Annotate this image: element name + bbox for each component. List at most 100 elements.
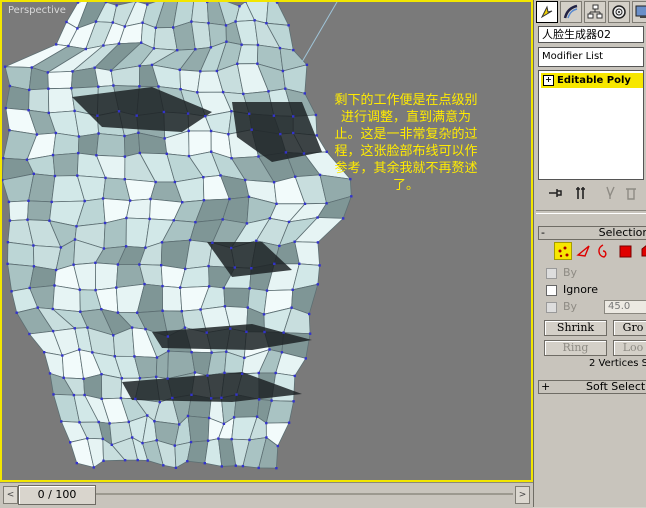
mesh-vertex (342, 217, 344, 219)
ignore-backfacing-label: Ignore (563, 283, 598, 296)
ignore-backfacing-checkbox[interactable] (546, 285, 557, 296)
polygon-icon[interactable] (616, 242, 634, 260)
time-prev-button[interactable]: < (3, 486, 18, 504)
ignore-backfacing-option[interactable]: Ignore (546, 283, 598, 297)
rollout-expand-sign: + (541, 381, 549, 393)
ring-button[interactable]: Ring (544, 340, 607, 356)
by-vertex-checkbox[interactable] (546, 268, 557, 279)
border-icon[interactable] (594, 242, 612, 260)
mesh-vertex (203, 199, 205, 201)
shrink-button[interactable]: Shrink (544, 320, 607, 336)
modify-tab[interactable] (560, 1, 582, 23)
mesh-vertex (60, 246, 62, 248)
mesh-face (9, 201, 29, 221)
selection-rollout-header[interactable]: - Selection (538, 226, 646, 240)
mesh-vertex (248, 196, 250, 198)
mesh-vertex (10, 290, 12, 292)
mesh-vertex (277, 445, 279, 447)
mesh-vertex (104, 222, 106, 224)
mesh-vertex (26, 219, 28, 221)
guide-line (302, 2, 337, 62)
vertex-level-button[interactable] (554, 242, 572, 260)
mesh-vertex (156, 356, 158, 358)
mesh-vertex (27, 200, 29, 202)
mesh-vertex (97, 86, 99, 88)
mesh-face (95, 263, 118, 290)
mesh-face (266, 2, 288, 25)
mesh-vertex (190, 20, 192, 22)
mesh-vertex (102, 197, 104, 199)
mesh-vertex (112, 84, 114, 86)
mesh-vertex (124, 25, 126, 27)
mesh-vertex (77, 2, 79, 4)
mesh-vertex (144, 247, 146, 249)
mesh-vertex (101, 398, 103, 400)
soft-selection-rollout-header[interactable]: + Soft Selection (538, 380, 646, 394)
time-slider[interactable]: < 0 / 100 > (0, 482, 533, 508)
mesh-vertex (139, 65, 141, 67)
mesh-vertex (202, 176, 204, 178)
mesh-vertex (52, 308, 54, 310)
stack-expand-toggle[interactable]: + (543, 75, 554, 86)
motion-tab[interactable] (608, 1, 630, 23)
mesh-vertex (155, 27, 157, 29)
viewport-label[interactable]: Perspective (8, 5, 66, 16)
rollout-collapse-sign: - (541, 227, 549, 239)
vertex-icon (555, 243, 573, 261)
mesh-vertex (123, 135, 125, 137)
mesh-vertex (206, 331, 208, 333)
mesh-vertex (28, 89, 30, 91)
pin-stack-icon[interactable] (546, 184, 564, 202)
mesh-face (48, 88, 74, 113)
display-tab[interactable] (632, 1, 646, 23)
mesh-vertex (159, 401, 161, 403)
mesh-vertex (167, 350, 169, 352)
remove-modifier-icon[interactable] (622, 184, 640, 202)
rollout-title: Soft Selection (559, 381, 646, 393)
show-end-result-icon[interactable] (572, 184, 590, 202)
mesh-vertex (317, 283, 319, 285)
mesh-vertex (258, 398, 260, 400)
mesh-vertex (187, 415, 189, 417)
element-icon[interactable] (638, 242, 646, 260)
by-angle-option[interactable]: By (546, 300, 577, 314)
mesh-vertex (9, 219, 11, 221)
mesh-vertex (279, 133, 281, 135)
mesh-vertex (32, 244, 34, 246)
by-vertex-option[interactable]: By (546, 266, 577, 280)
mesh-vertex (8, 201, 10, 203)
mesh-face (53, 153, 78, 176)
grow-button[interactable]: Gro (613, 320, 646, 336)
stack-item-editable-poly[interactable]: +Editable Poly (541, 73, 643, 88)
loop-button[interactable]: Loo (613, 340, 646, 356)
modifier-stack[interactable]: +Editable Poly (538, 70, 644, 180)
mesh-vertex (125, 245, 127, 247)
mesh-vertex (137, 459, 139, 461)
create-tab[interactable] (536, 1, 558, 23)
mesh-vertex (290, 307, 292, 309)
hierarchy-tab[interactable] (584, 1, 606, 23)
mesh-vertex (190, 441, 192, 443)
mesh-vertex (309, 333, 311, 335)
mesh-vertex (84, 200, 86, 202)
perspective-viewport[interactable]: Perspective 剩下的工作便是在点级别进行调整，直到满意为止。这是一非常… (0, 0, 533, 482)
mesh-vertex (2, 157, 4, 159)
angle-spinner[interactable]: 45.0 (604, 300, 646, 314)
mesh-vertex (267, 90, 269, 92)
mesh-face (163, 286, 182, 311)
mesh-vertex (222, 218, 224, 220)
mesh-vertex (52, 393, 54, 395)
mesh-vertex (219, 174, 221, 176)
mesh-vertex (308, 313, 310, 315)
time-next-button[interactable]: > (515, 486, 530, 504)
by-angle-checkbox[interactable] (546, 302, 557, 313)
object-name-field[interactable]: 人脸生成器02 (538, 26, 644, 43)
mesh-vertex (225, 351, 227, 353)
mesh-vertex (161, 241, 163, 243)
make-unique-icon[interactable] (602, 184, 620, 202)
modifier-list-dropdown[interactable]: Modifier List (538, 47, 644, 67)
edge-icon[interactable] (575, 242, 593, 260)
time-slider-thumb[interactable]: 0 / 100 (18, 485, 96, 505)
mesh-vertex (48, 220, 50, 222)
mesh-vertex (244, 179, 246, 181)
